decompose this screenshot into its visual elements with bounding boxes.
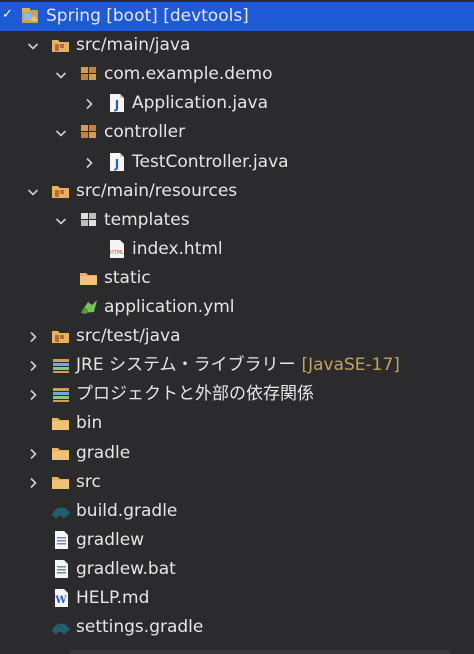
- chevron-down-icon[interactable]: [24, 183, 42, 201]
- tree-row[interactable]: controller: [0, 118, 474, 147]
- svg-text:W: W: [54, 595, 67, 606]
- project-explorer-tree: ✓ Spring [boot] [devtools] src/main/java co…: [0, 0, 474, 654]
- tree-row[interactable]: static: [0, 264, 474, 293]
- svg-text:HTML: HTML: [110, 250, 124, 256]
- templates-package-icon: [78, 210, 100, 230]
- tree-row[interactable]: src/main/resources: [0, 177, 474, 206]
- gradle-icon: [50, 501, 72, 521]
- chevron-down-icon[interactable]: [52, 212, 70, 230]
- java-file-icon: J: [106, 152, 128, 172]
- tree-row[interactable]: HTML index.html: [0, 235, 474, 264]
- source-folder-icon: [50, 326, 72, 346]
- tree-row[interactable]: JRE システム・ライブラリー [JavaSE-17]: [0, 351, 474, 380]
- project-icon: [20, 6, 42, 26]
- chevron-right-icon[interactable]: [24, 328, 42, 346]
- tree-row[interactable]: src/test/java: [0, 322, 474, 351]
- tree-row[interactable]: J Application.java: [0, 89, 474, 118]
- folder-icon: [50, 413, 72, 433]
- package-icon: [78, 64, 100, 84]
- tree-item-label: gradle: [76, 442, 131, 463]
- tree-item-label: src: [76, 471, 101, 492]
- tree-item-label: HELP.md: [76, 588, 150, 608]
- tree-item-decoration: [JavaSE-17]: [301, 355, 400, 376]
- source-folder-icon: [50, 181, 72, 201]
- tree-row[interactable]: ✓ Spring [boot] [devtools]: [0, 2, 474, 31]
- tree-row[interactable]: gradlew: [0, 526, 474, 555]
- tree-row[interactable]: com.example.demo: [0, 60, 474, 89]
- tree-item-label: src/main/resources: [76, 180, 238, 201]
- package-icon: [78, 122, 100, 142]
- folder-icon: [50, 472, 72, 492]
- tree-item-label: application.yml: [104, 297, 235, 317]
- text-file-icon: [50, 559, 72, 579]
- tree-item-label: build.gradle: [76, 500, 178, 521]
- java-file-icon: J: [106, 93, 128, 113]
- tree-row[interactable]: settings.gradle: [0, 613, 474, 642]
- text-file-icon: [50, 530, 72, 550]
- folder-icon: [50, 443, 72, 463]
- tree-item-label: controller: [104, 122, 186, 143]
- tree-item-label: templates: [104, 209, 190, 230]
- chevron-right-icon[interactable]: [24, 474, 42, 492]
- tree-item-label: TestController.java: [132, 151, 289, 172]
- tree-item-label: Application.java: [132, 93, 269, 114]
- yaml-file-icon: [78, 297, 100, 317]
- tree-row[interactable]: gradlew.bat: [0, 555, 474, 584]
- chevron-right-icon[interactable]: [24, 445, 42, 463]
- tree-row[interactable]: src/main/java: [0, 31, 474, 60]
- tree-item-label: com.example.demo: [104, 64, 273, 85]
- gradle-icon: [50, 617, 72, 637]
- folder-icon: [78, 268, 100, 288]
- tree-item-label: gradlew: [76, 529, 145, 550]
- tree-row[interactable]: J TestController.java: [0, 148, 474, 177]
- chevron-right-icon[interactable]: [24, 386, 42, 404]
- chevron-right-icon[interactable]: [80, 154, 98, 172]
- tree-row[interactable]: W HELP.md: [0, 584, 474, 613]
- chevron-right-icon[interactable]: [24, 357, 42, 375]
- tree-item-label: src/test/java: [76, 326, 181, 347]
- chevron-down-icon[interactable]: [52, 124, 70, 142]
- tree-item-label: Spring [boot] [devtools]: [46, 6, 249, 26]
- tree-item-label: src/main/java: [76, 35, 191, 56]
- next-project-row-partial: [0, 644, 474, 654]
- tree-item-label: settings.gradle: [76, 617, 204, 638]
- tree-item-label: プロジェクトと外部の依存関係: [76, 384, 314, 405]
- markdown-file-icon: W: [50, 588, 72, 608]
- tree-item-label: JRE システム・ライブラリー [JavaSE-17]: [76, 355, 400, 376]
- library-icon: [50, 384, 72, 404]
- collapse-check-icon[interactable]: ✓: [2, 7, 16, 23]
- tree-row[interactable]: templates: [0, 206, 474, 235]
- chevron-down-icon[interactable]: [52, 66, 70, 84]
- chevron-down-icon[interactable]: [24, 37, 42, 55]
- tree-row[interactable]: application.yml: [0, 293, 474, 322]
- tree-item-label: static: [104, 267, 151, 288]
- tree-item-label: gradlew.bat: [76, 558, 176, 579]
- tree-item-label: bin: [76, 413, 103, 434]
- chevron-right-icon[interactable]: [80, 95, 98, 113]
- library-icon: [50, 355, 72, 375]
- svg-text:J: J: [114, 98, 119, 112]
- tree-row[interactable]: gradle: [0, 439, 474, 468]
- source-folder-icon: [50, 35, 72, 55]
- tree-row[interactable]: bin: [0, 409, 474, 438]
- html-file-icon: HTML: [106, 239, 128, 259]
- tree-item-label: index.html: [132, 238, 223, 259]
- svg-text:J: J: [114, 157, 119, 171]
- tree-row[interactable]: build.gradle: [0, 497, 474, 526]
- tree-row[interactable]: src: [0, 468, 474, 497]
- tree-row[interactable]: プロジェクトと外部の依存関係: [0, 380, 474, 409]
